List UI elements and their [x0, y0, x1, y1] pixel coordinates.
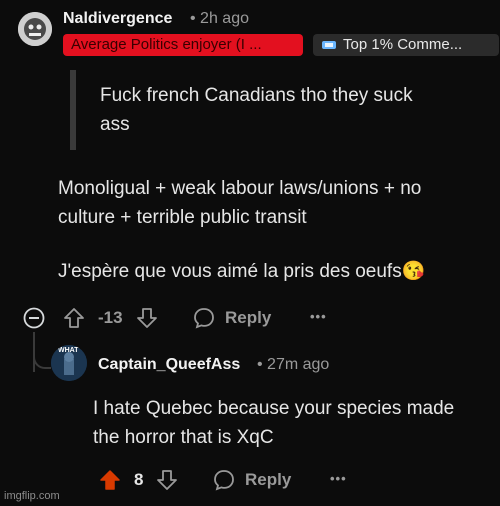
- reply-more-options-button[interactable]: •••: [330, 471, 347, 486]
- comment-username[interactable]: Naldivergence: [63, 10, 172, 28]
- kiss-emoji: 😘: [401, 261, 426, 282]
- reply-username[interactable]: Captain_QueefAss: [98, 356, 240, 374]
- achievement-flair-label: Top 1% Comme...: [343, 36, 463, 53]
- top-commenter-icon: [321, 37, 337, 53]
- reply-avatar-text: WHAT: [58, 347, 79, 354]
- reply-reply-button[interactable]: Reply: [212, 468, 291, 492]
- reply-icon: [194, 308, 214, 329]
- upvote-button[interactable]: [62, 306, 86, 330]
- reply-body-line: I hate Quebec because your species made: [93, 398, 455, 419]
- watermark: imgflip.com: [4, 490, 60, 502]
- comment-body-text: J'espère que vous aimé la pris des oeufs: [58, 261, 402, 282]
- comment-body-line: culture + terrible public transit: [58, 207, 307, 228]
- downvote-icon: [157, 470, 178, 490]
- comment-body: Monoligual + weak labour laws/unions + n…: [58, 174, 421, 232]
- reply-button[interactable]: Reply: [192, 306, 271, 330]
- avatar-image: [18, 12, 52, 46]
- quote-bar: [70, 70, 76, 150]
- downvote-button[interactable]: [135, 306, 159, 330]
- reply-label: Reply: [225, 308, 272, 327]
- reply-upvote-button[interactable]: [98, 468, 122, 492]
- quote-line: Fuck french Canadians tho they suck: [100, 85, 413, 106]
- collapse-icon: [23, 307, 45, 329]
- comment-timestamp: • 2h ago: [190, 10, 249, 27]
- reply-icon: [214, 470, 234, 491]
- reply-reply-label: Reply: [245, 470, 292, 489]
- avatar[interactable]: [18, 12, 52, 46]
- reply-avatar[interactable]: WHAT: [51, 345, 87, 381]
- vote-score: -13: [98, 308, 123, 327]
- reply-body-line: the horror that is XqC: [93, 427, 274, 448]
- achievement-flair: Top 1% Comme...: [313, 34, 499, 56]
- downvote-icon: [136, 308, 157, 328]
- thread-branch: [33, 345, 51, 369]
- reply-timestamp: • 27m ago: [257, 356, 330, 373]
- collapse-button[interactable]: [23, 307, 45, 329]
- comment-body-line: Monoligual + weak labour laws/unions + n…: [58, 178, 422, 199]
- quote-line: ass: [100, 114, 130, 135]
- quote-text: Fuck french Canadians tho they suck ass: [100, 81, 413, 139]
- comment-vote-bar: -13: [62, 306, 159, 330]
- comment-body-line2: J'espère que vous aimé la pris des oeufs…: [58, 257, 425, 286]
- more-options-button[interactable]: •••: [310, 309, 327, 324]
- reply-body: I hate Quebec because your species made …: [93, 394, 454, 452]
- reply-vote-bar: 8: [98, 468, 179, 492]
- user-flair: Average Politics enjoyer (I ...: [63, 34, 303, 56]
- reply-downvote-button[interactable]: [155, 468, 179, 492]
- upvote-icon: [64, 308, 84, 328]
- upvote-icon: [100, 470, 120, 490]
- reply-vote-score: 8: [134, 470, 144, 489]
